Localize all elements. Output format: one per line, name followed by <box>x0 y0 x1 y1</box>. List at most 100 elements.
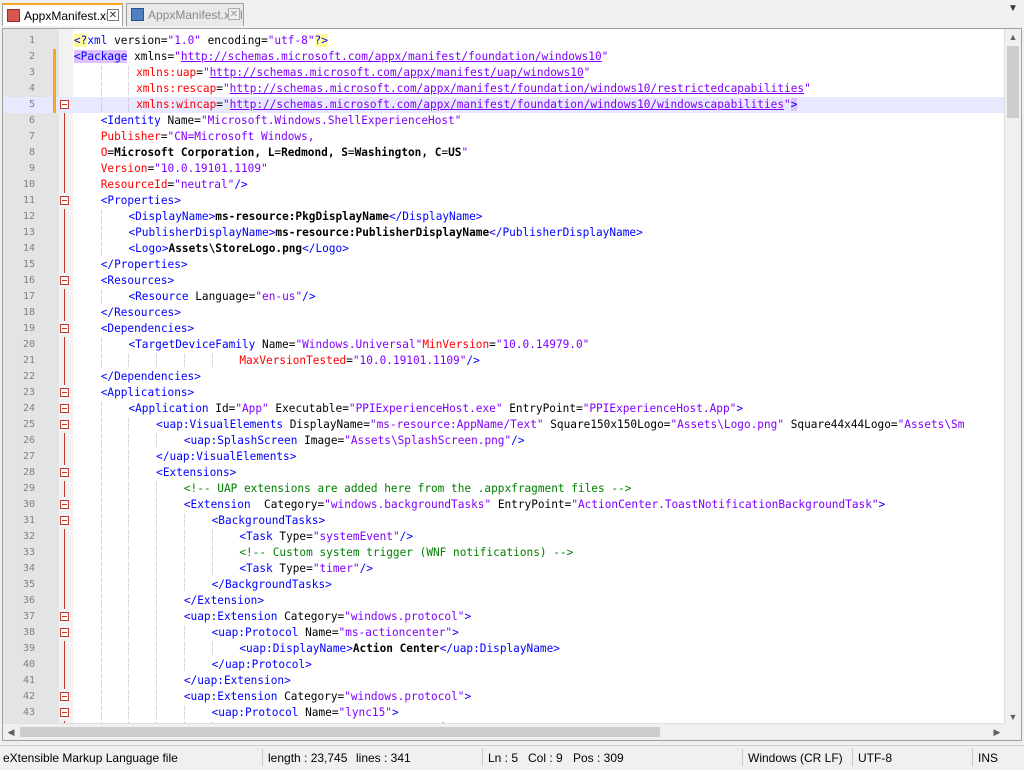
scrollbar-corner <box>1004 723 1021 740</box>
code-line[interactable]: 42 <uap:Extension Category="windows.prot… <box>3 689 1005 705</box>
vertical-scrollbar[interactable]: ▲ ▼ <box>1004 29 1021 725</box>
code-line[interactable]: 22 </Dependencies> <box>3 369 1005 385</box>
code-line[interactable]: 27 </uap:VisualElements> <box>3 449 1005 465</box>
code-line[interactable]: 39 <uap:DisplayName>Action Center</uap:D… <box>3 641 1005 657</box>
code-text: <Resources> <box>100 274 175 287</box>
fold-toggle-icon[interactable] <box>60 100 69 109</box>
close-tab-icon[interactable]: ✕ <box>107 9 119 21</box>
code-line[interactable]: 10 ResourceId="neutral"/> <box>3 177 1005 193</box>
code-line[interactable]: 25 <uap:VisualElements DisplayName="ms-r… <box>3 417 1005 433</box>
fold-line <box>64 161 65 177</box>
code-line[interactable]: 16 <Resources> <box>3 273 1005 289</box>
code-line[interactable]: 20 <TargetDeviceFamily Name="Windows.Uni… <box>3 337 1005 353</box>
code-text: <uap:Protocol Name="ms-actioncenter"> <box>74 625 459 641</box>
code-line[interactable]: 28 <Extensions> <box>3 465 1005 481</box>
code-line[interactable]: 7 Publisher="CN=Microsoft Windows, <box>3 129 1005 145</box>
code-editor[interactable]: 1 <?xml version="1.0" encoding="utf-8"?> 2… <box>2 28 1022 741</box>
code-line[interactable]: 2 <Package xmlns="http://schemas.microsof… <box>3 49 1005 65</box>
fold-toggle-icon[interactable] <box>60 196 69 205</box>
line-number: 36 <box>22 595 35 606</box>
tab-list-arrow-icon[interactable]: ▼ <box>1006 2 1020 16</box>
code-line[interactable]: 43 <uap:Protocol Name="lync15"> <box>3 705 1005 721</box>
line-number: 8 <box>28 147 35 158</box>
code-text: <uap:Extension Category="windows.protoco… <box>74 609 471 625</box>
code-line[interactable]: 3 xmlns:uap="http://schemas.microsoft.co… <box>3 65 1005 81</box>
line-number: 34 <box>22 563 35 574</box>
status-col: Col : 9 <box>528 751 563 765</box>
code-line[interactable]: 32 <Task Type="systemEvent"/> <box>3 529 1005 545</box>
fold-toggle-icon[interactable] <box>60 612 69 621</box>
code-line[interactable]: 15 </Properties> <box>3 257 1005 273</box>
code-line[interactable]: 38 <uap:Protocol Name="ms-actioncenter"> <box>3 625 1005 641</box>
code-line[interactable]: 37 <uap:Extension Category="windows.prot… <box>3 609 1005 625</box>
code-line[interactable]: 8 O=Microsoft Corporation, L=Redmond, S=… <box>3 145 1005 161</box>
code-line[interactable]: 29 <!-- UAP extensions are added here fr… <box>3 481 1005 497</box>
code-line[interactable]: 1 <?xml version="1.0" encoding="utf-8"?> <box>3 33 1005 49</box>
code-line[interactable]: 21 MaxVersionTested="10.0.19101.1109"/> <box>3 353 1005 369</box>
line-number: 5 <box>28 99 35 110</box>
code-text: <PublisherDisplayName>ms-resource:Publis… <box>74 225 643 241</box>
code-text: <!-- UAP extensions are added here from … <box>74 481 631 497</box>
code-line[interactable]: 14 <Logo>Assets\StoreLogo.png</Logo> <box>3 241 1005 257</box>
code-line[interactable]: 18 </Resources> <box>3 305 1005 321</box>
code-text: <uap:VisualElements DisplayName="ms-reso… <box>74 417 964 433</box>
fold-toggle-icon[interactable] <box>60 628 69 637</box>
code-line[interactable]: 41 </uap:Extension> <box>3 673 1005 689</box>
line-number: 1 <box>28 35 35 46</box>
fold-toggle-icon[interactable] <box>60 516 69 525</box>
code-line[interactable]: 30 <Extension Category="windows.backgrou… <box>3 497 1005 513</box>
code-line[interactable]: 31 <BackgroundTasks> <box>3 513 1005 529</box>
tab-label: AppxManifest.xml <box>24 9 119 23</box>
code-line[interactable]: 33 <!-- Custom system trigger (WNF notif… <box>3 545 1005 561</box>
vertical-scroll-thumb[interactable] <box>1007 46 1019 118</box>
code-line[interactable]: 13 <PublisherDisplayName>ms-resource:Pub… <box>3 225 1005 241</box>
code-line[interactable]: 34 <Task Type="timer"/> <box>3 561 1005 577</box>
code-line[interactable]: 4 xmlns:rescap="http://schemas.microsoft… <box>3 81 1005 97</box>
line-number: 20 <box>22 339 35 350</box>
code-line[interactable]: 23 <Applications> <box>3 385 1005 401</box>
fold-toggle-icon[interactable] <box>60 324 69 333</box>
fold-line <box>64 241 65 257</box>
code-line[interactable]: 17 <Resource Language="en-us"/> <box>3 289 1005 305</box>
code-line[interactable]: 36 </Extension> <box>3 593 1005 609</box>
fold-line <box>64 641 65 657</box>
code-line[interactable]: 6 <Identity Name="Microsoft.Windows.Shel… <box>3 113 1005 129</box>
code-text: xmlns:uap="http://schemas.microsoft.com/… <box>74 65 590 81</box>
editor-content[interactable]: 1 <?xml version="1.0" encoding="utf-8"?> 2… <box>3 29 1005 725</box>
tab-appxmanifest-inactive[interactable]: AppxManifest.xml ✕ <box>126 3 244 26</box>
code-text: <uap:Extension Category="windows.protoco… <box>74 689 471 705</box>
fold-toggle-icon[interactable] <box>60 420 69 429</box>
line-number: 42 <box>22 691 35 702</box>
horizontal-scroll-thumb[interactable] <box>20 727 660 737</box>
fold-toggle-icon[interactable] <box>60 276 69 285</box>
fold-toggle-icon[interactable] <box>60 404 69 413</box>
code-line[interactable]: 26 <uap:SplashScreen Image="Assets\Splas… <box>3 433 1005 449</box>
fold-toggle-icon[interactable] <box>60 388 69 397</box>
code-line[interactable]: 19 <Dependencies> <box>3 321 1005 337</box>
change-marker <box>53 49 56 65</box>
code-line[interactable]: 5 xmlns:wincap="http://schemas.microsoft… <box>3 97 1005 113</box>
fold-line <box>64 449 65 465</box>
scroll-right-arrow-icon[interactable]: ▶ <box>989 724 1005 740</box>
line-number: 35 <box>22 579 35 590</box>
code-line[interactable]: 11 <Properties> <box>3 193 1005 209</box>
code-line[interactable]: 24 <Application Id="App" Executable="PPI… <box>3 401 1005 417</box>
horizontal-scrollbar[interactable]: ◀ ▶ <box>3 723 1005 740</box>
code-line[interactable]: 12 <DisplayName>ms-resource:PkgDisplayNa… <box>3 209 1005 225</box>
status-filetype: eXtensible Markup Language file <box>3 751 178 765</box>
fold-toggle-icon[interactable] <box>60 708 69 717</box>
code-line[interactable]: 35 </BackgroundTasks> <box>3 577 1005 593</box>
line-number: 12 <box>22 211 35 222</box>
scroll-left-arrow-icon[interactable]: ◀ <box>3 724 19 740</box>
scroll-up-arrow-icon[interactable]: ▲ <box>1005 29 1021 45</box>
change-marker <box>53 97 56 113</box>
code-text: <Task Type="timer"/> <box>74 561 373 577</box>
fold-toggle-icon[interactable] <box>60 500 69 509</box>
fold-toggle-icon[interactable] <box>60 692 69 701</box>
code-line[interactable]: 40 </uap:Protocol> <box>3 657 1005 673</box>
status-pos: Pos : 309 <box>573 751 624 765</box>
code-line[interactable]: 9 Version="10.0.19101.1109" <box>3 161 1005 177</box>
fold-toggle-icon[interactable] <box>60 468 69 477</box>
close-tab-icon[interactable]: ✕ <box>228 8 240 20</box>
tab-appxmanifest-active[interactable]: AppxManifest.xml ✕ <box>2 3 123 26</box>
